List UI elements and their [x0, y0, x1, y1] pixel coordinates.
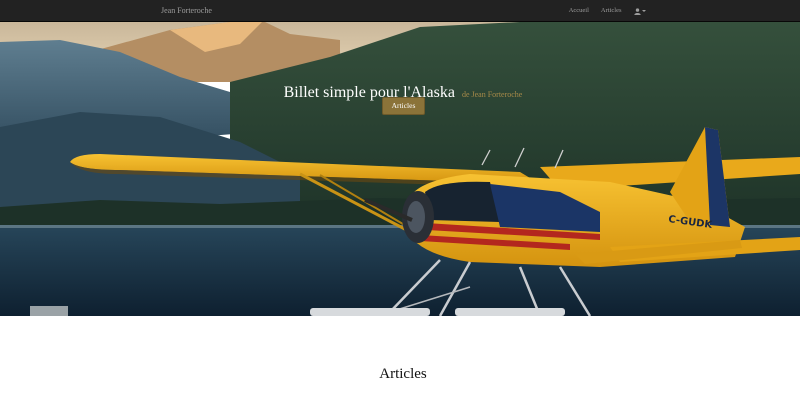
hero-background-image: C-GUDK	[0, 22, 800, 316]
nav-link-accueil[interactable]: Accueil	[569, 0, 589, 22]
brand-link[interactable]: Jean Forteroche	[161, 0, 212, 22]
chevron-down-icon	[642, 10, 646, 12]
articles-button[interactable]: Articles	[382, 97, 425, 115]
nav-link-articles[interactable]: Articles	[601, 0, 622, 22]
user-icon	[633, 7, 641, 15]
articles-section-title: Articles	[379, 366, 427, 382]
hero-title: Billet simple pour l'Alaska	[283, 84, 455, 101]
user-menu-toggle[interactable]	[633, 0, 646, 22]
nav-menu: Accueil Articles	[557, 0, 646, 22]
hero-subtitle: de Jean Forteroche	[461, 90, 523, 99]
hero-banner: C-GUDK Billet simple pour l'Alaska de Je…	[0, 22, 800, 316]
top-navbar: Jean Forteroche Accueil Articles	[0, 0, 800, 22]
